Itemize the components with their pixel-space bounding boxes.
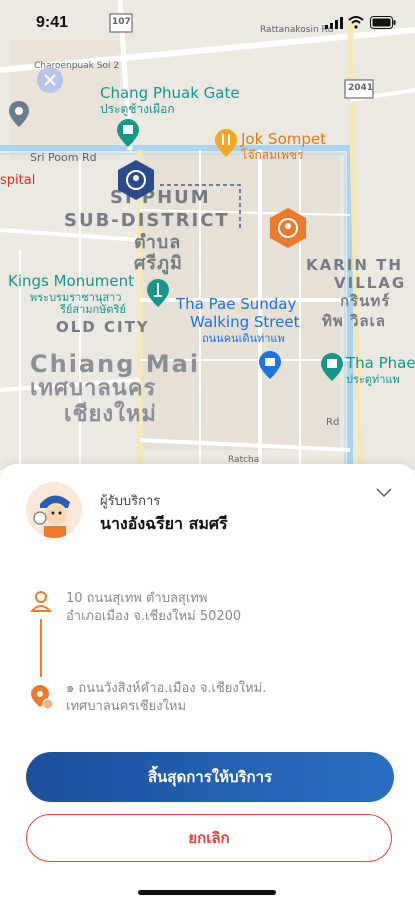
close-icon[interactable]	[36, 66, 64, 94]
route-2041-label: 2041	[348, 83, 374, 93]
tha-pae-sunday-th-label: ถนนคนเดินท่าแพ	[202, 332, 285, 345]
route-connector	[40, 619, 42, 677]
tha-pae-sunday-label[interactable]: Tha Pae Sunday	[176, 297, 296, 312]
status-time: 9:41	[36, 14, 69, 31]
dropoff-address-line-1: ๑ ถนนวังสิงห์คำอ.เมือง จ.เชียงใหม่.	[66, 681, 267, 696]
karin-th-1-label: กรินทร์	[340, 292, 391, 310]
chiang-mai-th-2-label: เชียงใหม่	[64, 402, 157, 427]
pickup-address: 10 ถนนสุเทพ ตำบลสุเทพ อำเภอเมือง จ.เชียง…	[66, 590, 241, 626]
pickup-address-line-2: อำเภอเมือง จ.เชียงใหม่ 50200	[66, 609, 242, 624]
customer-row[interactable]: ผู้รับบริการ นางอังฉรียา สมศรี	[26, 482, 396, 542]
battery-icon	[370, 16, 396, 29]
tha-phae-gate-th-label: ประตูท่าแพ	[346, 373, 400, 386]
location-pin-icon[interactable]	[8, 100, 30, 128]
kings-monument-th-2-label: รีย์สามกษัตริย์	[60, 303, 126, 316]
dropoff-marker[interactable]	[266, 206, 310, 250]
hospital-label: spital	[0, 173, 36, 188]
monument-pin-icon[interactable]	[146, 278, 170, 308]
sri-poom-rd-label: Sri Poom Rd	[30, 151, 97, 164]
person-icon	[30, 591, 52, 612]
status-bar: 9:41	[0, 0, 415, 44]
sriphum-th-2-label: ศรีภูมิ	[134, 253, 183, 274]
tha-phae-gate-label[interactable]: Tha Phae	[346, 356, 415, 371]
tha-phae-pin-icon[interactable]	[320, 352, 344, 382]
cancel-button[interactable]: ยกเลิก	[26, 814, 392, 862]
customer-role-label: ผู้รับบริการ	[100, 494, 161, 509]
landmark-pin-icon[interactable]	[116, 118, 140, 148]
karin-label: KARIN TH	[306, 256, 403, 274]
kings-monument-label[interactable]: Kings Monument	[8, 274, 134, 289]
chiang-mai-th-1-label: เทศบาลนคร	[30, 376, 157, 401]
kings-monument-th-1-label: พระบรมราชานุสาว	[30, 291, 122, 304]
karin-village-label: VILLAG	[334, 274, 407, 292]
sriphum-th-1-label: ตำบล	[134, 232, 182, 253]
jok-sompet-label[interactable]: Jok Sompet	[241, 132, 326, 147]
pickup-marker[interactable]	[114, 158, 158, 202]
mascot-avatar-image	[26, 482, 82, 538]
customer-name: นางอังฉรียา สมศรี	[100, 514, 228, 533]
old-city-label: OLD CITY	[56, 318, 150, 336]
service-bottom-sheet: ผู้รับบริการ นางอังฉรียา สมศรี 10 ถนนสุเ…	[0, 464, 415, 900]
finish-service-button[interactable]: สิ้นสุดการให้บริการ	[26, 752, 394, 802]
karin-th-2-label: ทิพ วิลเล	[322, 312, 386, 330]
jok-sompet-th-label: โจ๊กสมเพชร	[241, 148, 304, 162]
fork-knife-icon[interactable]	[214, 128, 238, 158]
chang-phuak-gate-th-label: ประตูช้างเผือก	[100, 102, 175, 116]
signal-icon	[325, 17, 343, 29]
rd-label: Rd	[326, 417, 340, 428]
chiang-mai-label: Chiang Mai	[30, 350, 201, 378]
shopping-icon[interactable]	[258, 350, 282, 380]
avatar	[26, 482, 82, 538]
home-indicator[interactable]	[138, 890, 276, 895]
map-view[interactable]: 107 Rattanakosin Rd Charoenpuak Soi 2 20…	[0, 0, 415, 470]
location-pin-icon	[31, 685, 54, 710]
walking-street-label: Walking Street	[190, 313, 300, 331]
dropoff-address: ๑ ถนนวังสิงห์คำอ.เมือง จ.เชียงใหม่. เทศบ…	[66, 680, 266, 716]
dropoff-address-line-2: เทศบาลนครเชียงใหม	[66, 699, 187, 714]
pickup-address-line-1: 10 ถนนสุเทพ ตำบลสุเทพ	[66, 591, 208, 606]
sriphum-subdistrict-label: SUB-DISTRICT	[64, 210, 230, 231]
wifi-icon	[348, 16, 364, 29]
chang-phuak-gate-label[interactable]: Chang Phuak Gate	[100, 86, 240, 101]
chevron-down-icon[interactable]	[376, 488, 392, 498]
